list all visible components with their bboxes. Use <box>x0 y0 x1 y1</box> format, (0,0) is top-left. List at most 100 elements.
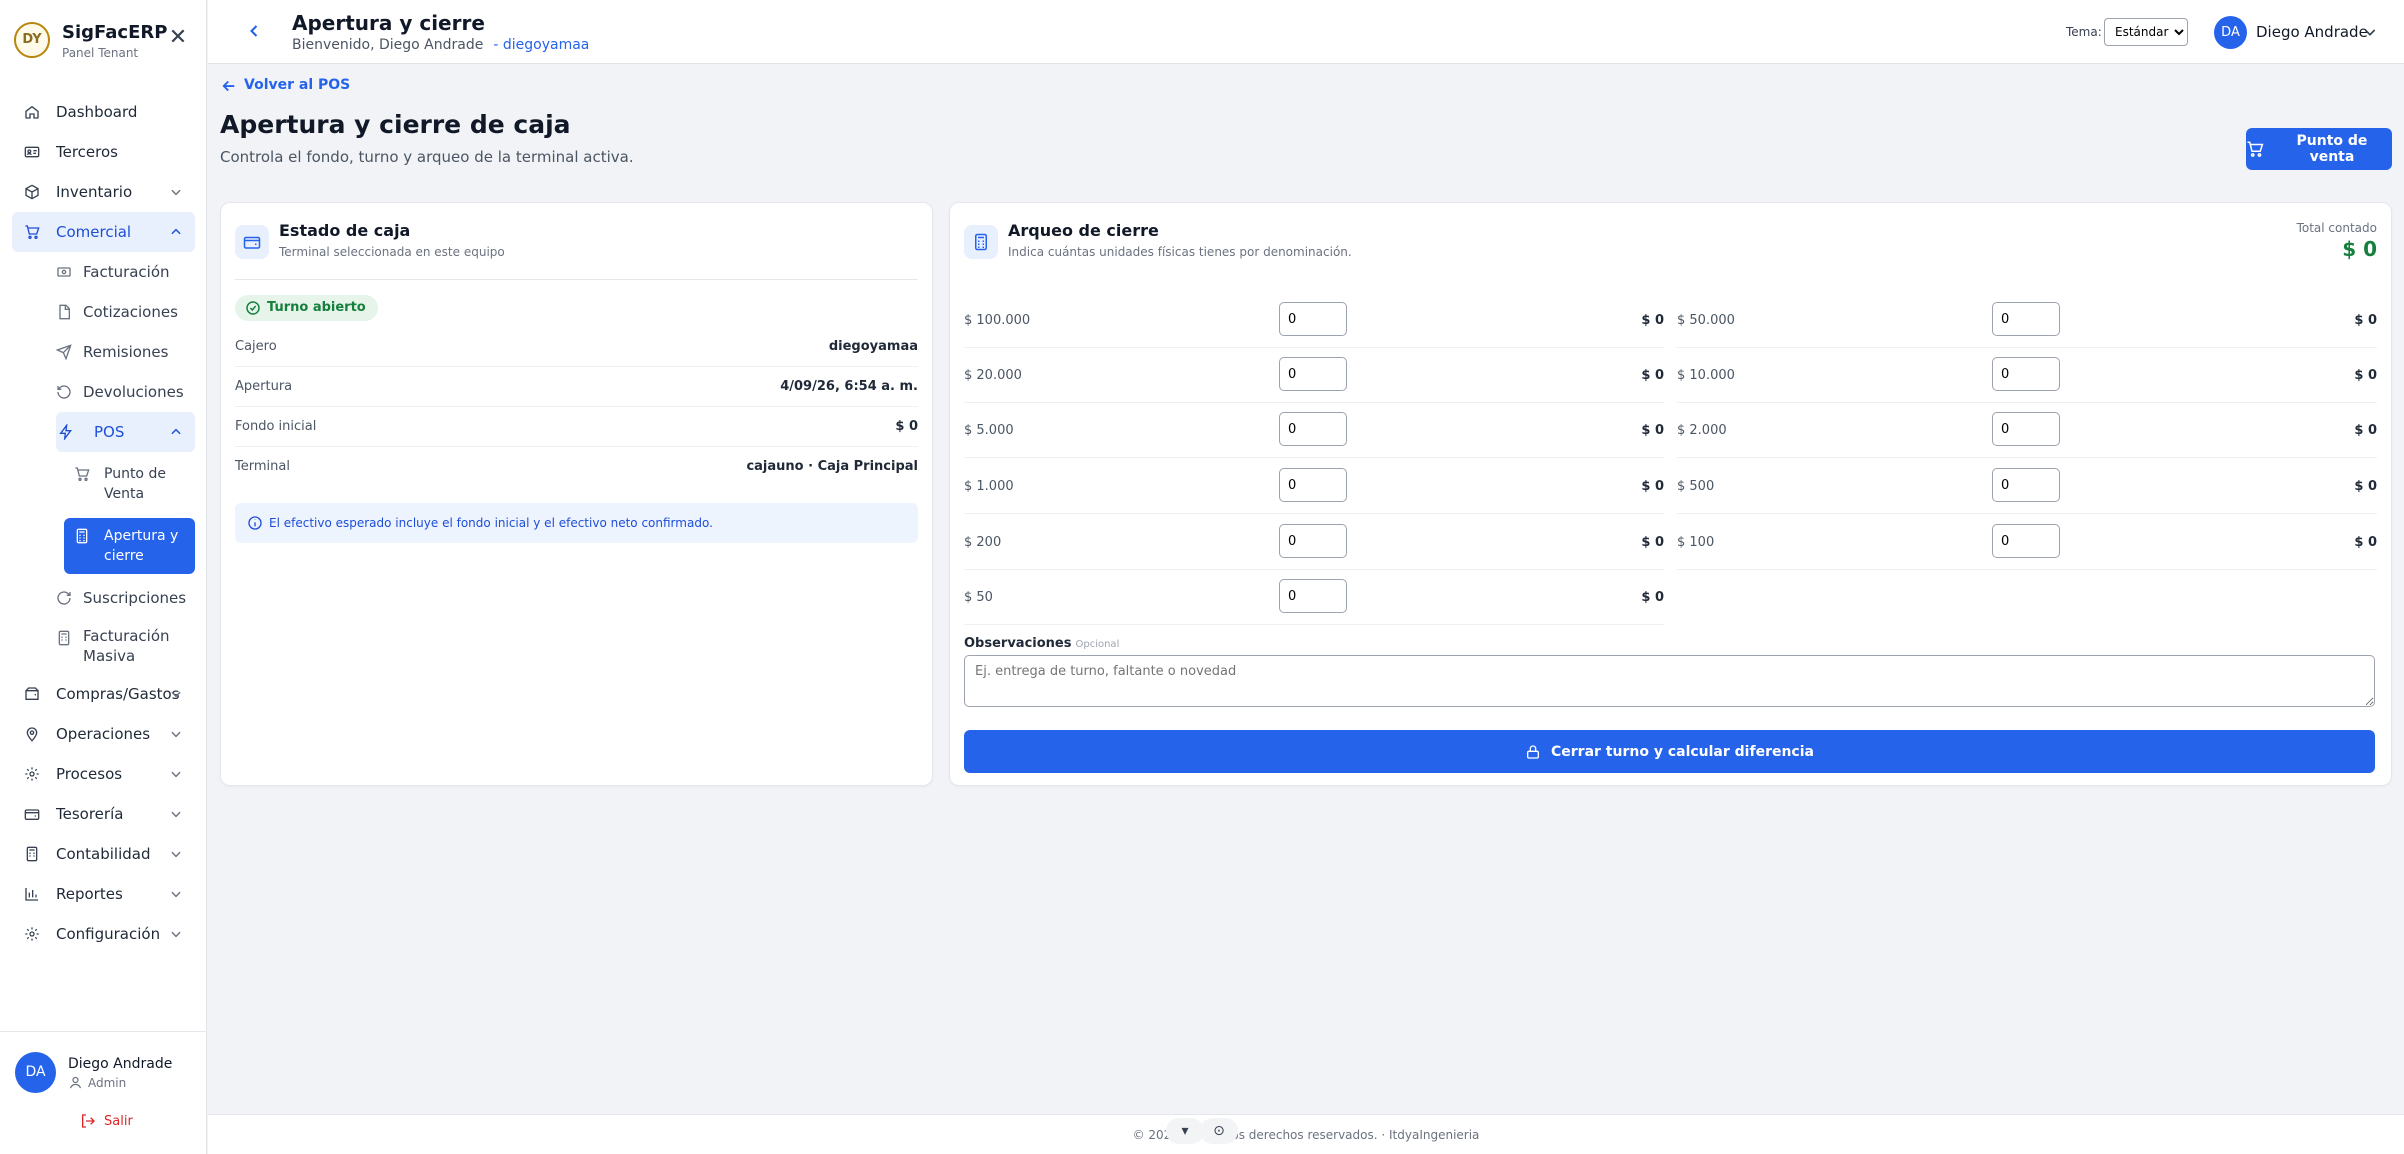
denomination-label: $ 200 <box>964 535 1002 550</box>
estado-subtitle: Terminal seleccionada en este equipo <box>279 245 505 259</box>
map-pin-icon <box>26 727 38 742</box>
chevron-left-icon[interactable] <box>244 20 264 42</box>
welcome-text: Bienvenido, Diego Andrade - diegoyamaa <box>292 37 589 53</box>
sidebar-item-label: POS <box>94 423 125 441</box>
arqueo-title: Arqueo de cierre <box>1008 221 1159 240</box>
sidebar-item-comercial[interactable]: Comercial <box>12 212 195 252</box>
cart-icon <box>75 467 90 481</box>
denomination-row: $ 100.000 $ 0 <box>964 293 1664 348</box>
denomination-input[interactable] <box>1992 412 2060 446</box>
brand-subtitle: Panel Tenant <box>62 46 139 60</box>
cerrar-turno-button[interactable]: Cerrar turno y calcular diferencia <box>964 730 2375 773</box>
info-row-label: Apertura <box>235 379 293 394</box>
sidebar-item-tesoreria[interactable]: Tesorería <box>12 794 195 834</box>
info-row-value: cajauno · Caja Principal <box>746 459 918 474</box>
denomination-input[interactable] <box>1279 468 1347 502</box>
sidebar-item-label: Devoluciones <box>83 383 184 401</box>
denomination-subtotal: $ 0 <box>1641 535 1664 550</box>
welcome-message: Bienvenido, Diego Andrade <box>292 37 484 53</box>
home-icon <box>25 105 39 119</box>
sidebar-item-label: Terceros <box>56 143 118 161</box>
id-card-icon <box>24 146 40 158</box>
avatar[interactable]: DA <box>2214 16 2247 49</box>
dev-toolbar-toggle[interactable]: ▾ <box>1166 1118 1204 1144</box>
denomination-input[interactable] <box>1279 302 1347 336</box>
back-to-pos-link[interactable]: Volver al POS <box>220 77 350 93</box>
estado-caja-card: Estado de caja Terminal seleccionada en … <box>220 202 933 786</box>
sidebar-item-pos[interactable]: POS <box>56 412 195 452</box>
logout-button[interactable]: Salir <box>80 1114 133 1129</box>
info-row: Apertura 4/09/26, 6:54 a. m. <box>235 367 918 407</box>
observaciones-input[interactable] <box>964 655 2375 707</box>
user-name: Diego Andrade <box>68 1056 173 1072</box>
info-icon <box>248 516 262 530</box>
user-role-label: Admin <box>88 1076 127 1090</box>
cart-icon <box>25 225 40 239</box>
chevron-down-icon <box>171 691 181 698</box>
sidebar-item-contabilidad[interactable]: Contabilidad <box>12 834 195 874</box>
bar-chart-icon <box>25 888 38 901</box>
denomination-input[interactable] <box>1279 579 1347 613</box>
sidebar-item-cotizaciones[interactable]: Cotizaciones <box>44 292 195 332</box>
punto-venta-button[interactable]: Punto de venta <box>2246 128 2392 170</box>
divider <box>235 279 918 280</box>
sidebar-item-facturacion-masiva[interactable]: Facturación Masiva <box>44 618 195 674</box>
denomination-subtotal: $ 0 <box>2354 535 2377 550</box>
sidebar-item-facturacion[interactable]: Facturación <box>44 252 195 292</box>
sidebar-item-operaciones[interactable]: Operaciones <box>12 714 195 754</box>
gear-icon <box>25 927 39 941</box>
denomination-input[interactable] <box>1992 524 2060 558</box>
denomination-input[interactable] <box>1992 357 2060 391</box>
sidebar-item-label: Compras/Gastos <box>56 685 180 703</box>
denomination-label: $ 50 <box>964 590 993 605</box>
user-icon <box>69 1076 82 1089</box>
sidebar-item-remisiones[interactable]: Remisiones <box>44 332 195 372</box>
denomination-input[interactable] <box>1992 468 2060 502</box>
receipt-icon <box>57 267 71 277</box>
sidebar-item-suscripciones[interactable]: Suscripciones <box>44 578 195 618</box>
sidebar-item-apertura-cierre[interactable]: Apertura y cierre <box>64 518 195 574</box>
info-row-label: Terminal <box>235 459 290 474</box>
sidebar-item-label: Cotizaciones <box>83 303 178 321</box>
denomination-label: $ 500 <box>1677 479 1715 494</box>
sidebar-item-terceros[interactable]: Terceros <box>12 132 195 172</box>
sidebar-item-devoluciones[interactable]: Devoluciones <box>44 372 195 412</box>
dev-toolbar-settings[interactable]: ⊙ <box>1200 1118 1238 1144</box>
denomination-input[interactable] <box>1992 302 2060 336</box>
sidebar-item-label: Dashboard <box>56 103 138 121</box>
denomination-row: $ 100 $ 0 <box>1677 515 2377 570</box>
denomination-input[interactable] <box>1279 524 1347 558</box>
denomination-subtotal: $ 0 <box>1641 590 1664 605</box>
logout-label: Salir <box>104 1114 133 1129</box>
total-label: Total contado <box>2296 221 2377 235</box>
sidebar-item-procesos[interactable]: Procesos <box>12 754 195 794</box>
sidebar-item-label: Reportes <box>56 885 123 903</box>
sidebar-item-punto-venta[interactable]: Punto de Venta <box>64 456 195 512</box>
denomination-row: $ 50.000 $ 0 <box>1677 293 2377 348</box>
chevron-up-icon <box>171 228 181 235</box>
chevron-down-icon[interactable] <box>2362 24 2378 40</box>
denomination-subtotal: $ 0 <box>2354 423 2377 438</box>
denomination-input[interactable] <box>1279 412 1347 446</box>
info-alert: El efectivo esperado incluye el fondo in… <box>235 503 918 543</box>
denomination-subtotal: $ 0 <box>2354 479 2377 494</box>
sidebar-item-label: Configuración <box>56 925 161 943</box>
sidebar-item-compras-gastos[interactable]: Compras/Gastos <box>12 674 195 714</box>
user-menu-name[interactable]: Diego Andrade <box>2256 23 2368 41</box>
sidebar-item-dashboard[interactable]: Dashboard <box>12 92 195 132</box>
chevron-down-icon <box>171 931 181 938</box>
denomination-label: $ 2.000 <box>1677 423 1727 438</box>
denomination-subtotal: $ 0 <box>2354 368 2377 383</box>
logout-icon <box>82 1114 95 1128</box>
sidebar-item-reportes[interactable]: Reportes <box>12 874 195 914</box>
sidebar-item-label: Suscripciones <box>83 589 187 607</box>
sidebar-item-configuracion[interactable]: Configuración <box>12 914 195 954</box>
tema-select[interactable]: Estándar <box>2104 18 2188 46</box>
brand-logo: DY <box>14 22 50 58</box>
chevron-up-icon <box>171 428 181 435</box>
avatar: DA <box>15 1052 56 1093</box>
denomination-input[interactable] <box>1279 357 1347 391</box>
close-sidebar-icon[interactable]: ✕ <box>160 20 196 56</box>
info-row: Terminal cajauno · Caja Principal <box>235 447 918 487</box>
sidebar-item-inventario[interactable]: Inventario <box>12 172 195 212</box>
